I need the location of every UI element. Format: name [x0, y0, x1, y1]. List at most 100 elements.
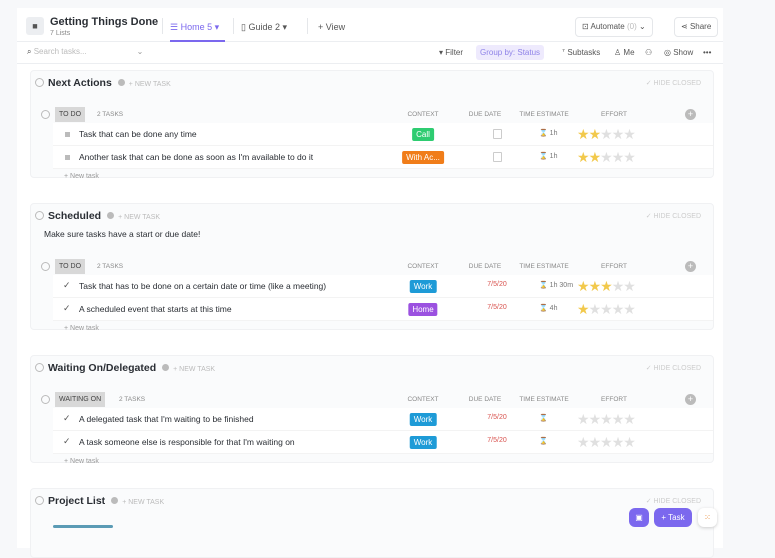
me-button[interactable]: ♙ Me	[614, 48, 635, 57]
check-icon[interactable]: ✓	[63, 436, 71, 447]
calendar-icon[interactable]	[493, 152, 502, 162]
star-icon[interactable]: ★	[623, 126, 636, 142]
status-collapse-icon[interactable]	[41, 110, 50, 119]
more-button[interactable]: •••	[703, 48, 711, 57]
star-icon[interactable]: ★	[577, 149, 590, 165]
add-column-icon[interactable]: +	[685, 109, 696, 120]
star-icon[interactable]: ★	[600, 278, 613, 294]
table-row[interactable]: ✓ A delegated task that I'm waiting to b…	[53, 408, 713, 431]
task-name[interactable]: A scheduled event that starts at this ti…	[79, 304, 232, 314]
task-name[interactable]: Task that can be done any time	[79, 129, 197, 139]
effort-rating[interactable]: ★★★★★	[577, 126, 636, 143]
check-icon[interactable]: ✓	[63, 303, 71, 314]
star-icon[interactable]: ★	[600, 301, 613, 317]
notes-button[interactable]: ▣	[629, 508, 649, 527]
due-date[interactable]: 7/5/20	[485, 304, 509, 311]
time-estimate[interactable]: ⌛ 1h 30m	[539, 281, 573, 289]
context-tag[interactable]: Work	[409, 280, 437, 293]
hide-closed-button[interactable]: ✓ HIDE CLOSED	[646, 364, 701, 372]
star-icon[interactable]: ★	[589, 126, 602, 142]
time-estimate[interactable]: ⌛	[539, 414, 548, 422]
table-row[interactable]: ✓ Task that has to be done on a certain …	[53, 275, 713, 298]
star-icon[interactable]: ★	[623, 149, 636, 165]
context-tag[interactable]: Work	[409, 413, 437, 426]
context-tag[interactable]: Call	[412, 128, 434, 141]
star-icon[interactable]: ★	[589, 301, 602, 317]
star-icon[interactable]: ★	[589, 149, 602, 165]
star-icon[interactable]: ★	[589, 434, 602, 450]
context-tag[interactable]: With Ac...	[402, 151, 444, 164]
status-square-icon[interactable]	[65, 155, 70, 160]
check-icon[interactable]: ✓	[63, 413, 71, 424]
time-estimate[interactable]: ⌛	[539, 437, 548, 445]
tab-guide[interactable]: ▯ Guide 2 ▾	[241, 22, 287, 33]
calendar-icon[interactable]	[493, 129, 502, 139]
new-task-fab[interactable]: + Task	[654, 508, 692, 527]
star-icon[interactable]: ★	[623, 301, 636, 317]
star-icon[interactable]: ★	[612, 411, 625, 427]
effort-rating[interactable]: ★★★★★	[577, 411, 636, 428]
subtasks-button[interactable]: ᐪ Subtasks	[562, 48, 600, 57]
collapse-icon[interactable]	[35, 496, 44, 505]
star-icon[interactable]: ★	[600, 411, 613, 427]
new-task-header-button[interactable]: + NEW TASK	[173, 366, 215, 373]
task-name[interactable]: A delegated task that I'm waiting to be …	[79, 414, 254, 424]
add-column-icon[interactable]: +	[685, 394, 696, 405]
assignees-icon[interactable]: ⚇	[645, 48, 652, 57]
table-row[interactable]: Another task that can be done as soon as…	[53, 146, 713, 169]
table-row[interactable]: ✓ A scheduled event that starts at this …	[53, 298, 713, 321]
star-icon[interactable]: ★	[600, 434, 613, 450]
collapse-icon[interactable]	[35, 78, 44, 87]
search-input[interactable]: ⌕ Search tasks... ⌄	[27, 47, 143, 57]
star-icon[interactable]: ★	[600, 149, 613, 165]
add-view-button[interactable]: + View	[318, 22, 345, 32]
task-name[interactable]: A task someone else is responsible for t…	[79, 437, 295, 447]
table-row[interactable]: ✓ A task someone else is responsible for…	[53, 431, 713, 454]
effort-rating[interactable]: ★★★★★	[577, 278, 636, 295]
star-icon[interactable]: ★	[612, 434, 625, 450]
new-task-header-button[interactable]: + NEW TASK	[118, 214, 160, 221]
hide-closed-button[interactable]: ✓ HIDE CLOSED	[646, 212, 701, 220]
filter-button[interactable]: ▾ Filter	[439, 48, 463, 57]
time-estimate[interactable]: ⌛ 1h	[539, 152, 557, 160]
effort-rating[interactable]: ★★★★★	[577, 434, 636, 451]
task-name[interactable]: Task that has to be done on a certain da…	[79, 281, 326, 291]
star-icon[interactable]: ★	[577, 301, 590, 317]
status-collapse-icon[interactable]	[41, 262, 50, 271]
star-icon[interactable]: ★	[623, 434, 636, 450]
new-task-button[interactable]: + New task	[64, 458, 99, 465]
status-collapse-icon[interactable]	[41, 395, 50, 404]
star-icon[interactable]: ★	[577, 278, 590, 294]
apps-button[interactable]: ⁙	[698, 508, 717, 527]
new-task-header-button[interactable]: + NEW TASK	[122, 499, 164, 506]
star-icon[interactable]: ★	[577, 434, 590, 450]
table-row[interactable]: Task that can be done any time Call ⌛ 1h…	[53, 123, 713, 146]
check-icon[interactable]: ✓	[63, 280, 71, 291]
effort-rating[interactable]: ★★★★★	[577, 301, 636, 318]
star-icon[interactable]: ★	[612, 126, 625, 142]
time-estimate[interactable]: ⌛ 4h	[539, 304, 557, 312]
time-estimate[interactable]: ⌛ 1h	[539, 129, 557, 137]
due-date[interactable]: 7/5/20	[485, 281, 509, 288]
collapse-icon[interactable]	[35, 363, 44, 372]
new-task-button[interactable]: + New task	[64, 173, 99, 180]
star-icon[interactable]: ★	[577, 411, 590, 427]
group-by-button[interactable]: Group by: Status	[476, 45, 545, 60]
star-icon[interactable]: ★	[612, 278, 625, 294]
star-icon[interactable]: ★	[623, 278, 636, 294]
automate-button[interactable]: ⊡ Automate (0) ⌄	[575, 17, 653, 37]
due-date[interactable]: 7/5/20	[485, 437, 509, 444]
new-task-button[interactable]: + New task	[64, 325, 99, 332]
task-name[interactable]: Another task that can be done as soon as…	[79, 152, 313, 162]
collapse-icon[interactable]	[35, 211, 44, 220]
star-icon[interactable]: ★	[612, 149, 625, 165]
hide-closed-button[interactable]: ✓ HIDE CLOSED	[646, 79, 701, 87]
star-icon[interactable]: ★	[589, 411, 602, 427]
star-icon[interactable]: ★	[600, 126, 613, 142]
new-task-header-button[interactable]: + NEW TASK	[129, 81, 171, 88]
context-tag[interactable]: Work	[409, 436, 437, 449]
add-column-icon[interactable]: +	[685, 261, 696, 272]
star-icon[interactable]: ★	[612, 301, 625, 317]
hide-closed-button[interactable]: ✓ HIDE CLOSED	[646, 497, 701, 505]
due-date[interactable]: 7/5/20	[485, 414, 509, 421]
